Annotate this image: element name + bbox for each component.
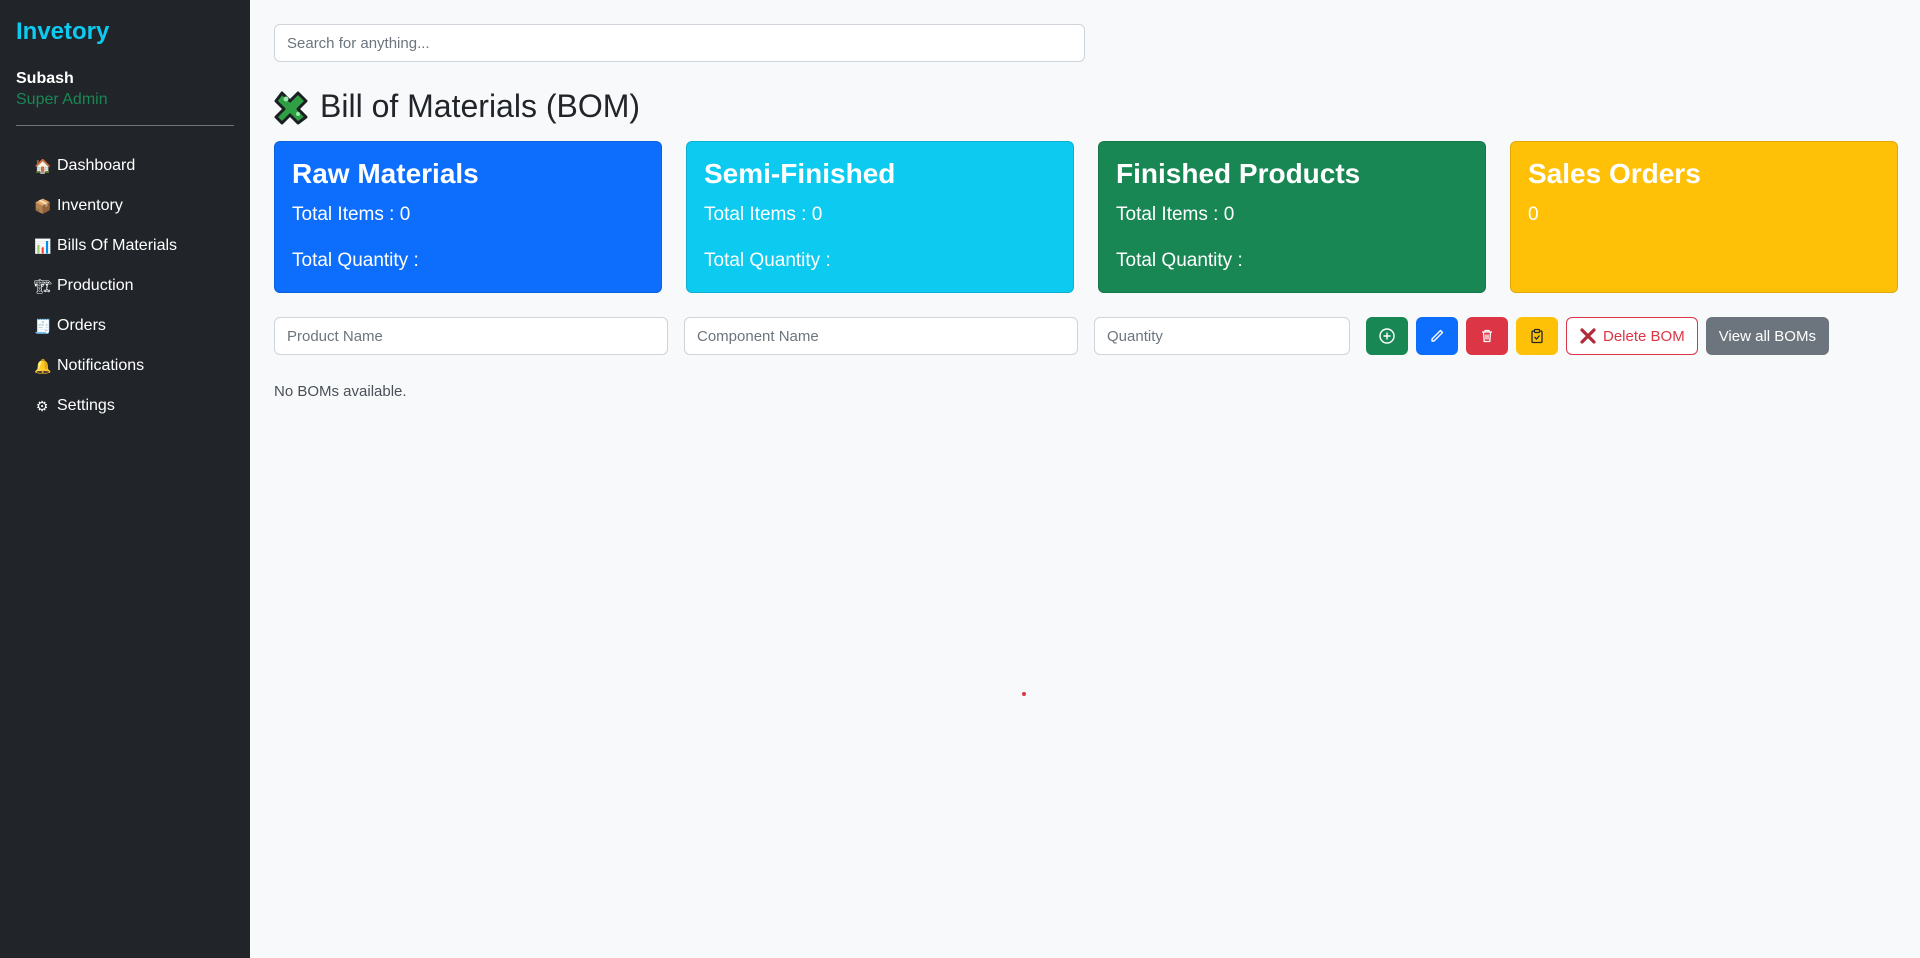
empty-state-message: No BOMs available. xyxy=(274,383,407,400)
edit-button[interactable] xyxy=(1416,317,1458,355)
page-title: Bill of Materials (BOM) xyxy=(320,88,641,124)
clipboard-check-icon xyxy=(1531,328,1543,344)
card-total-quantity: Total Quantity : xyxy=(1116,250,1243,271)
delete-button[interactable] xyxy=(1466,317,1508,355)
card-total-quantity: Total Quantity : xyxy=(292,250,419,271)
card-title: Finished Products xyxy=(1116,158,1361,189)
add-button[interactable] xyxy=(1366,317,1408,355)
sidebar-item-production[interactable]: 🏗 Production xyxy=(16,266,234,306)
card-sales-orders: Sales Orders 0 xyxy=(1510,141,1898,293)
chart-icon: 📊 xyxy=(34,237,52,254)
view-all-boms-button[interactable]: View all BOMs xyxy=(1705,317,1829,355)
sidebar-item-label: Orders xyxy=(57,317,106,334)
bom-form: Delete BOM View all BOMs xyxy=(274,317,1898,355)
brand-logo[interactable]: Invetory xyxy=(16,18,234,46)
user-name: Subash xyxy=(16,70,74,87)
card-total-quantity: Total Quantity : xyxy=(704,250,831,271)
crane-icon: 🏗 xyxy=(34,277,52,294)
summary-cards: Raw Materials Total Items : 0 Total Quan… xyxy=(274,141,1898,293)
bell-icon: 🔔 xyxy=(34,357,52,374)
delete-bom-button[interactable]: Delete BOM xyxy=(1566,317,1698,355)
box-icon: 📦 xyxy=(34,197,52,214)
card-finished-products: Finished Products Total Items : 0 Total … xyxy=(1098,141,1486,293)
cross-mark-icon xyxy=(1580,328,1596,344)
sidebar-item-label: Production xyxy=(57,277,134,294)
sidebar-item-label: Dashboard xyxy=(57,157,136,174)
action-buttons: Delete BOM View all BOMs xyxy=(1366,317,1829,355)
card-title: Semi-Finished xyxy=(704,158,896,189)
card-title: Sales Orders xyxy=(1528,158,1701,189)
sidebar-item-settings[interactable]: ⚙ Settings xyxy=(16,386,234,426)
card-title: Raw Materials xyxy=(292,158,479,189)
card-sales-count: 0 xyxy=(1528,204,1539,225)
component-name-input[interactable] xyxy=(684,317,1078,355)
card-semi-finished: Semi-Finished Total Items : 0 Total Quan… xyxy=(686,141,1074,293)
gear-icon: ⚙ xyxy=(35,397,49,414)
card-total-items: Total Items : 0 xyxy=(1116,204,1235,225)
sidebar-item-inventory[interactable]: 📦 Inventory xyxy=(16,186,234,226)
pencil-icon xyxy=(1431,329,1444,342)
quantity-input[interactable] xyxy=(1094,317,1350,355)
page-header: Bill of Materials (BOM) xyxy=(274,88,1898,125)
sidebar-item-label: Bills Of Materials xyxy=(57,237,178,254)
card-total-items: Total Items : 0 xyxy=(704,204,823,225)
sidebar-item-dashboard[interactable]: 🏠 Dashboard xyxy=(16,146,234,186)
sidebar-item-notifications[interactable]: 🔔 Notifications xyxy=(16,346,234,386)
delete-bom-label: Delete BOM xyxy=(1603,327,1685,345)
receipt-icon: 🧾 xyxy=(34,317,52,334)
trash-icon xyxy=(1482,329,1492,343)
sidebar-item-bills-of-materials[interactable]: 📊 Bills Of Materials xyxy=(16,226,234,266)
product-name-input[interactable] xyxy=(274,317,668,355)
plus-circle-icon xyxy=(1379,328,1395,344)
clipboard-button[interactable] xyxy=(1516,317,1558,355)
user-role: Super Admin xyxy=(16,91,108,108)
cursor-dot xyxy=(1022,692,1026,696)
main-content: Bill of Materials (BOM) Raw Materials To… xyxy=(250,0,1920,958)
puzzle-icon xyxy=(274,89,310,125)
sidebar-item-label: Notifications xyxy=(57,357,145,374)
card-raw-materials: Raw Materials Total Items : 0 Total Quan… xyxy=(274,141,662,293)
card-total-items: Total Items : 0 xyxy=(292,204,411,225)
search-input[interactable] xyxy=(274,24,1085,62)
sidebar-item-label: Inventory xyxy=(57,197,123,214)
sidebar-item-label: Settings xyxy=(57,397,115,414)
sidebar-item-orders[interactable]: 🧾 Orders xyxy=(16,306,234,346)
sidebar-divider xyxy=(16,125,234,126)
home-icon: 🏠 xyxy=(34,157,52,174)
sidebar: Invetory Subash Super Admin 🏠 Dashboard … xyxy=(0,0,250,958)
